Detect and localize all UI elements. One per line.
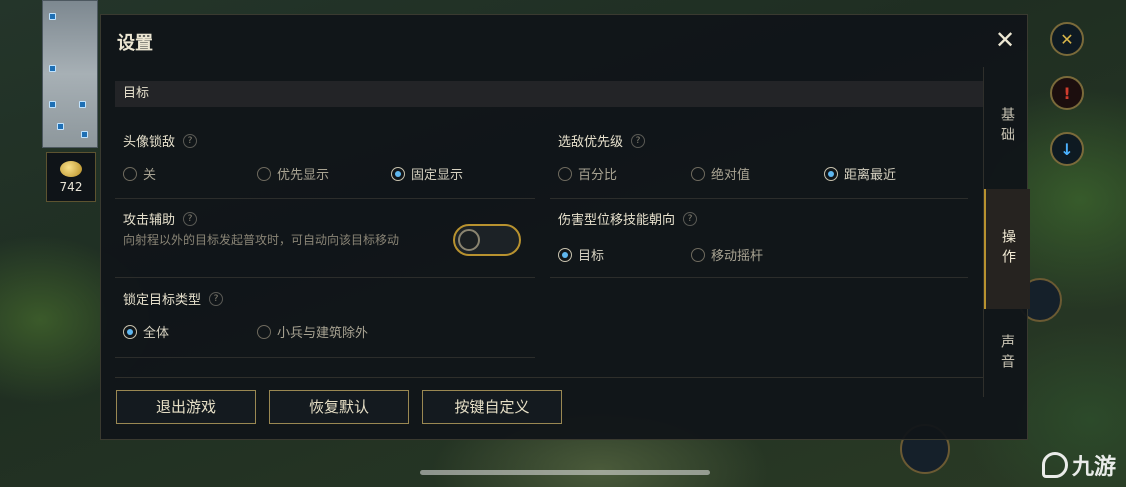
radio-icon — [558, 247, 572, 262]
enemy-priority-label: 选敌优先级 ? — [558, 131, 646, 150]
divider — [550, 277, 968, 278]
reset-default-button[interactable]: 恢复默认 — [269, 390, 409, 424]
dash-direction-label: 伤害型位移技能朝向 ? — [558, 209, 698, 228]
minimap-tower-marker — [79, 101, 86, 108]
divider — [550, 198, 968, 199]
minimap-tower-marker — [57, 123, 64, 130]
toggle-knob — [458, 229, 480, 251]
help-icon[interactable]: ? — [209, 291, 224, 306]
option-label: 全体 — [143, 326, 170, 341]
option-label: 小兵与建筑除外 — [277, 326, 369, 341]
section-header-target: 目标 — [115, 81, 983, 107]
divider — [115, 357, 535, 358]
option-label: 移动摇杆 — [711, 249, 764, 264]
dash-direction-option-joystick[interactable]: 移动摇杆 — [691, 245, 763, 264]
tab-basic[interactable]: 基础 — [984, 67, 1030, 187]
enemy-priority-option-percent[interactable]: 百分比 — [558, 164, 617, 183]
radio-icon — [691, 166, 705, 181]
dash-direction-label-text: 伤害型位移技能朝向 — [558, 213, 676, 228]
radio-icon — [824, 166, 838, 181]
gold-coin-icon — [60, 160, 82, 177]
gold-amount: 742 — [59, 179, 83, 194]
option-label: 固定显示 — [411, 168, 464, 183]
radio-icon — [558, 166, 572, 181]
radio-icon — [257, 166, 271, 181]
option-label: 关 — [143, 168, 157, 183]
head-lock-option-off[interactable]: 关 — [123, 164, 156, 183]
option-label: 距离最近 — [844, 168, 897, 183]
close-button[interactable]: ✕ — [993, 28, 1017, 53]
watermark-logo-icon — [1041, 452, 1068, 478]
enemy-priority-option-nearest[interactable]: 距离最近 — [824, 164, 896, 183]
radio-icon — [257, 324, 271, 339]
home-indicator — [420, 470, 710, 475]
head-lock-option-fixed[interactable]: 固定显示 — [391, 164, 463, 183]
lock-target-option-exclude-minions[interactable]: 小兵与建筑除外 — [257, 322, 368, 341]
radio-icon — [123, 166, 137, 181]
enemy-priority-label-text: 选敌优先级 — [558, 135, 624, 150]
divider — [115, 277, 535, 278]
lock-target-option-all[interactable]: 全体 — [123, 322, 169, 341]
radio-icon — [391, 166, 405, 181]
side-tabs: 基础 操作 声音 — [983, 67, 1030, 397]
watermark: 九游 — [1041, 449, 1116, 481]
radio-icon — [123, 324, 137, 339]
head-lock-option-priority[interactable]: 优先显示 — [257, 164, 329, 183]
help-icon[interactable]: ? — [183, 211, 198, 226]
option-label: 绝对值 — [711, 168, 751, 183]
settings-content: 目标 头像锁敌 ? 关 优先显示 固定显示 选敌优先级 ? 百分比 绝对值 距离… — [101, 67, 983, 439]
dash-direction-option-target[interactable]: 目标 — [558, 245, 604, 264]
lock-target-type-label-text: 锁定目标类型 — [123, 293, 202, 308]
attack-assist-label: 攻击辅助 ? — [123, 209, 198, 228]
tab-controls[interactable]: 操作 — [984, 189, 1030, 309]
option-label: 目标 — [578, 249, 605, 264]
footer-divider — [115, 377, 983, 378]
help-icon[interactable]: ? — [183, 133, 198, 148]
help-icon[interactable]: ? — [683, 211, 698, 226]
alert-ping-icon[interactable]: ! — [1050, 76, 1084, 110]
lock-target-type-label: 锁定目标类型 ? — [123, 289, 224, 308]
watermark-text: 九游 — [1071, 455, 1116, 480]
minimap-tower-marker — [81, 131, 88, 138]
option-label: 百分比 — [578, 168, 618, 183]
quit-game-button[interactable]: 退出游戏 — [116, 390, 256, 424]
option-label: 优先显示 — [277, 168, 330, 183]
minimap[interactable] — [42, 0, 98, 148]
enemy-priority-option-absolute[interactable]: 绝对值 — [691, 164, 750, 183]
head-lock-label: 头像锁敌 ? — [123, 131, 198, 150]
custom-keys-button[interactable]: 按键自定义 — [422, 390, 562, 424]
settings-panel: 设置 ✕ 目标 头像锁敌 ? 关 优先显示 固定显示 选敌优先级 ? 百分比 绝… — [100, 14, 1030, 440]
minimap-tower-marker — [49, 13, 56, 20]
divider — [115, 198, 535, 199]
attack-assist-description: 向射程以外的目标发起普攻时，可自动向该目标移动 — [123, 233, 400, 247]
retreat-ping-icon[interactable]: ↓ — [1050, 132, 1084, 166]
help-icon[interactable]: ? — [631, 133, 646, 148]
gold-display[interactable]: 742 — [46, 152, 96, 202]
minimap-tower-marker — [49, 65, 56, 72]
tab-sound[interactable]: 声音 — [984, 311, 1030, 397]
head-lock-label-text: 头像锁敌 — [123, 135, 176, 150]
radio-icon — [691, 247, 705, 262]
crossed-swords-icon[interactable]: ✕ — [1050, 22, 1084, 56]
attack-assist-toggle[interactable] — [453, 224, 521, 256]
minimap-tower-marker — [49, 101, 56, 108]
panel-title: 设置 — [117, 33, 153, 54]
attack-assist-label-text: 攻击辅助 — [123, 213, 176, 228]
